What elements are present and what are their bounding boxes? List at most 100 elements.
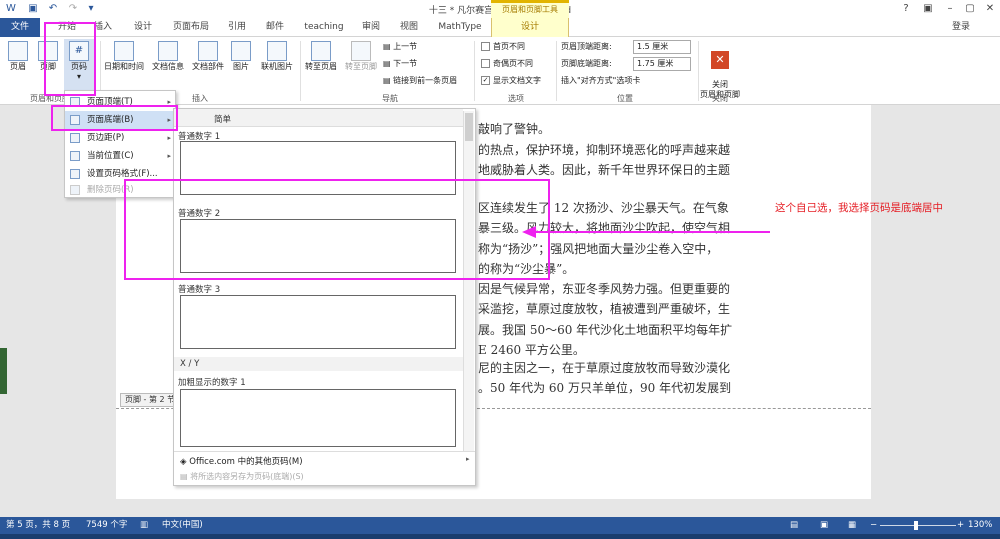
- quick-parts-button[interactable]: 文档部件: [188, 41, 228, 72]
- remove-icon: [70, 185, 80, 195]
- web-layout-icon[interactable]: ▦: [848, 517, 856, 534]
- picture-button[interactable]: 图片: [228, 41, 254, 72]
- ribbon-display-options-icon[interactable]: ▣: [918, 0, 938, 18]
- zoom-level[interactable]: 130%: [968, 517, 992, 534]
- doc-info-button[interactable]: 文档信息: [148, 41, 188, 72]
- header-icon: [8, 41, 28, 61]
- login-link[interactable]: 登录: [952, 18, 970, 37]
- status-bar: 第 5 页，共 8 页 7549 个字 ▥ 中文(中国) ▤ ▣ ▦ − + 1…: [0, 517, 1000, 534]
- next-section-button[interactable]: ▤ 下一节: [383, 58, 417, 69]
- read-mode-icon[interactable]: ▤: [790, 517, 798, 534]
- gallery-item-plain-number-3[interactable]: [180, 295, 456, 349]
- tab-design[interactable]: 设计: [128, 18, 158, 37]
- page-margins-icon: [70, 133, 80, 143]
- tab-header-footer-design[interactable]: 设计: [491, 18, 569, 37]
- header-label: 页眉: [10, 62, 26, 71]
- footer-distance-spinner[interactable]: 1.75 厘米: [633, 57, 691, 71]
- minimize-button[interactable]: –: [940, 0, 960, 18]
- save-selection-to-gallery[interactable]: ▤ 将所选内容另存为页码(底端)(S): [180, 471, 304, 482]
- gallery-item-bold-number-1[interactable]: [180, 389, 456, 447]
- page-count[interactable]: 第 5 页，共 8 页: [6, 517, 70, 534]
- group-label-navigation: 导航: [382, 94, 398, 103]
- chevron-right-icon: ▸: [466, 455, 470, 463]
- checkmark-icon: ✓: [481, 76, 490, 85]
- zoom-out-icon[interactable]: −: [870, 517, 877, 534]
- zoom-slider[interactable]: [880, 525, 956, 526]
- online-picture-button[interactable]: 联机图片: [256, 41, 298, 72]
- doc-line: 因是气候异常，东亚冬季风势力强。但更重要的: [478, 282, 731, 296]
- annotation-note: 这个自己选，我选择页码是底端居中: [775, 202, 943, 214]
- word-count[interactable]: 7549 个字: [86, 517, 127, 534]
- tab-mailings[interactable]: 邮件: [260, 18, 290, 37]
- online-picture-label: 联机图片: [261, 62, 293, 71]
- tab-mathtype[interactable]: MathType: [432, 18, 488, 37]
- goto-header-button[interactable]: 转至页眉: [302, 41, 340, 72]
- goto-header-icon: [311, 41, 331, 61]
- ribbon-tabs: 文件 开始 插入 设计 页面布局 引用 邮件 teaching 审阅 视图 Ma…: [0, 18, 1000, 37]
- zoom-slider-thumb[interactable]: [914, 521, 918, 530]
- help-button[interactable]: ?: [896, 0, 916, 18]
- highlight-bottom-of-page-item: [51, 105, 178, 131]
- menu-separator: [174, 451, 475, 452]
- calendar-icon: [114, 41, 134, 61]
- tab-page-layout[interactable]: 页面布局: [166, 18, 216, 37]
- checkbox-icon: [481, 42, 490, 51]
- doc-line: 地威胁着人类。因此，新千年世界环保日的主题: [478, 163, 731, 177]
- taskbar: [0, 534, 1000, 539]
- highlight-plain-number-2: [124, 179, 550, 280]
- menu-item-page-margins[interactable]: 页边距(P) ▸: [65, 129, 177, 147]
- previous-icon: ▤: [383, 42, 394, 51]
- quick-parts-label: 文档部件: [192, 62, 224, 71]
- proofing-icon[interactable]: ▥: [140, 517, 148, 534]
- doc-info-label: 文档信息: [152, 62, 184, 71]
- side-panel-tab[interactable]: [0, 348, 7, 394]
- group-separator: [300, 41, 301, 101]
- doc-line: 的热点，保护环境，抑制环境恶化的呼声越来越: [478, 143, 731, 157]
- zoom-in-icon[interactable]: +: [957, 517, 964, 534]
- tab-references[interactable]: 引用: [222, 18, 252, 37]
- gallery-scrollbar[interactable]: [463, 111, 474, 451]
- doc-line: 。50 年代为 60 万只羊单位，90 年代初发展到: [478, 381, 732, 395]
- section-xy-label: X / Y: [180, 359, 200, 369]
- goto-header-label: 转至页眉: [305, 62, 337, 71]
- doc-line: E 2460 平方公里。: [478, 343, 585, 357]
- current-position-icon: [70, 151, 80, 161]
- tab-review[interactable]: 审阅: [356, 18, 386, 37]
- tab-file[interactable]: 文件: [0, 18, 40, 37]
- goto-footer-button[interactable]: 转至页脚: [342, 41, 380, 72]
- restore-button[interactable]: ▢: [960, 0, 980, 18]
- chevron-right-icon: ▸: [167, 134, 171, 142]
- save-gallery-icon: ▤: [180, 472, 191, 481]
- insert-alignment-tab-button[interactable]: 插入"对齐方式"选项卡: [561, 75, 640, 86]
- more-page-numbers-link[interactable]: ◈ Office.com 中的其他页码(M): [180, 455, 303, 467]
- date-time-label: 日期和时间: [104, 62, 144, 71]
- group-separator: [556, 41, 557, 101]
- date-time-button[interactable]: 日期和时间: [102, 41, 146, 72]
- language-indicator[interactable]: 中文(中国): [162, 517, 203, 534]
- quick-parts-icon: [198, 41, 218, 61]
- previous-section-button[interactable]: ▤ 上一节: [383, 41, 417, 52]
- tab-view[interactable]: 视图: [394, 18, 424, 37]
- office-icon: ◈: [180, 457, 190, 467]
- different-odd-even-checkbox[interactable]: 奇偶页不同: [481, 58, 533, 69]
- scrollbar-thumb[interactable]: [465, 113, 473, 141]
- doc-info-icon: [158, 41, 178, 61]
- close-window-button[interactable]: ✕: [980, 0, 1000, 18]
- show-document-text-checkbox[interactable]: ✓ 显示文档文字: [481, 75, 541, 86]
- goto-footer-label: 转至页脚: [345, 62, 377, 71]
- online-picture-icon: [267, 41, 287, 61]
- tab-teaching[interactable]: teaching: [300, 18, 348, 37]
- group-separator: [474, 41, 475, 101]
- print-layout-icon[interactable]: ▣: [820, 517, 828, 534]
- different-first-page-checkbox[interactable]: 首页不同: [481, 41, 525, 52]
- header-button[interactable]: 页眉: [4, 41, 32, 72]
- picture-icon: [231, 41, 251, 61]
- gallery-section-header: [174, 357, 463, 371]
- link-to-previous-button[interactable]: ▤ 链接到前一条页眉: [383, 75, 457, 86]
- next-icon: ▤: [383, 59, 394, 68]
- group-label-options: 选项: [508, 94, 524, 103]
- header-distance-spinner[interactable]: 1.5 厘米: [633, 40, 691, 54]
- menu-item-current-position[interactable]: 当前位置(C) ▸: [65, 147, 177, 165]
- link-icon: ▤: [383, 76, 394, 85]
- group-label-close: 关闭: [712, 94, 728, 103]
